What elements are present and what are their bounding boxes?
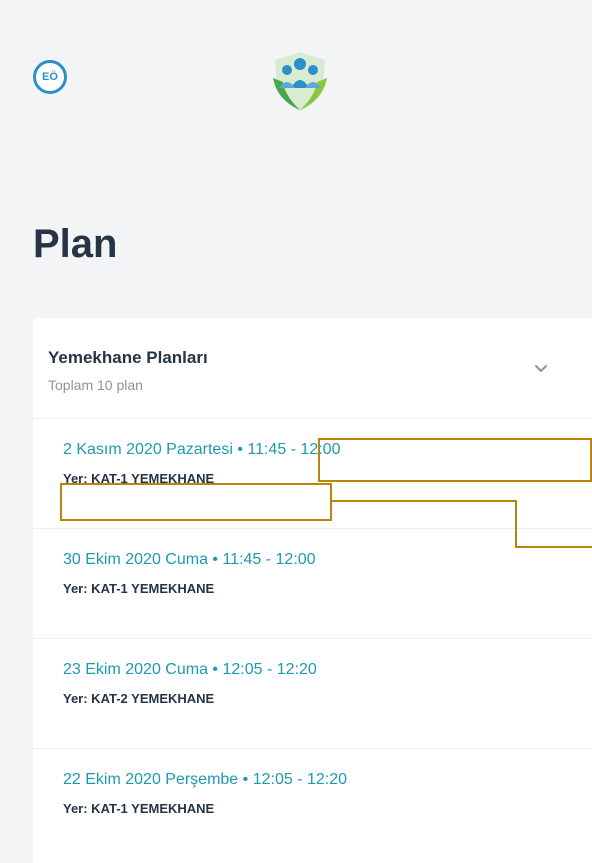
app-header: EÖ — [0, 0, 592, 190]
plan-item[interactable]: 22 Ekim 2020 Perşembe • 12:05 - 12:20 Ye… — [33, 748, 592, 858]
people-shield-hands-logo — [273, 52, 327, 111]
card-header[interactable]: Yemekhane Planları Toplam 10 plan — [33, 318, 592, 418]
plan-location: Yer: KAT-1 YEMEKHANE — [63, 471, 215, 486]
page-title: Plan — [33, 222, 118, 266]
plan-date-time: 2 Kasım 2020 Pazartesi • 11:45 - 12:00 — [63, 441, 341, 458]
plan-location: Yer: KAT-2 YEMEKHANE — [63, 691, 215, 706]
user-avatar[interactable]: EÖ — [33, 60, 67, 94]
plan-item[interactable]: 23 Ekim 2020 Cuma • 12:05 - 12:20 Yer: K… — [33, 638, 592, 748]
plan-date-time: 22 Ekim 2020 Perşembe • 12:05 - 12:20 — [63, 771, 347, 788]
plan-location: Yer: KAT-1 YEMEKHANE — [63, 581, 215, 596]
chevron-down-icon[interactable] — [530, 358, 552, 380]
avatar-initials: EÖ — [42, 71, 58, 83]
plan-location: Yer: KAT-1 YEMEKHANE — [63, 801, 215, 816]
plan-item[interactable]: 2 Kasım 2020 Pazartesi • 11:45 - 12:00 Y… — [33, 418, 592, 528]
plan-date-time: 30 Ekim 2020 Cuma • 11:45 - 12:00 — [63, 551, 316, 568]
dining-plans-card: Yemekhane Planları Toplam 10 plan 2 Kası… — [33, 318, 592, 863]
plan-date-time: 23 Ekim 2020 Cuma • 12:05 - 12:20 — [63, 661, 317, 678]
card-title: Yemekhane Planları — [48, 348, 208, 367]
plan-count: Toplam 10 plan — [48, 377, 143, 393]
plan-item[interactable]: 30 Ekim 2020 Cuma • 11:45 - 12:00 Yer: K… — [33, 528, 592, 638]
